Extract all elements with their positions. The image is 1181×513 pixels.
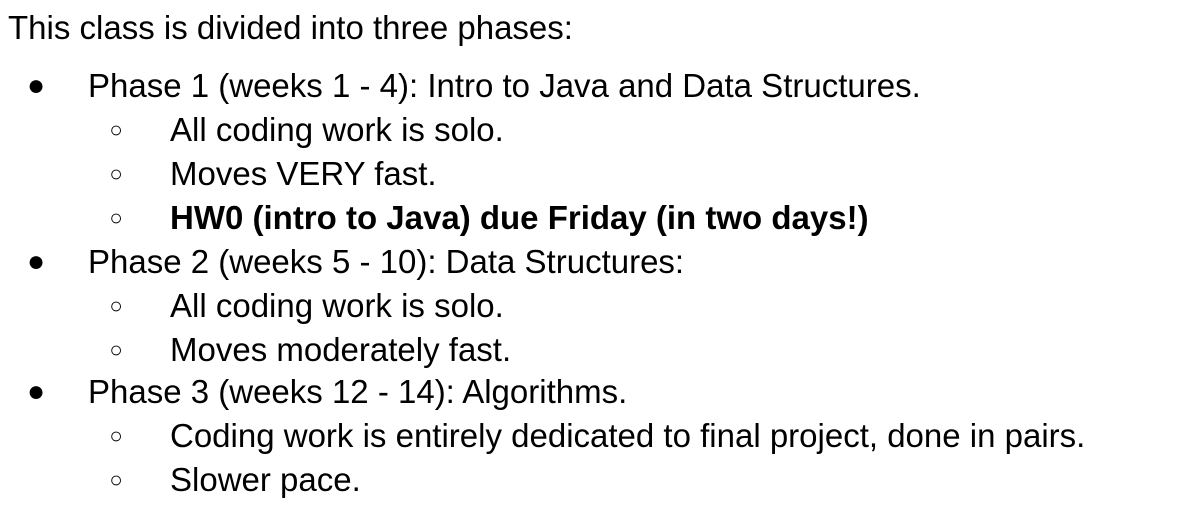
hollow-bullet-icon: ○ [109,117,123,142]
phase-2-item-text: Moves moderately fast. [170,331,512,368]
phase-2-item-text: All coding work is solo. [170,287,504,324]
hollow-bullet-icon: ○ [109,337,123,362]
phase-2-text: Phase 2 (weeks 5 - 10): Data Structures: [88,243,685,280]
hollow-bullet-icon: ○ [109,423,123,448]
filled-bullet-icon: ● [26,375,46,408]
phase-1-item-text: Moves VERY fast. [170,155,437,192]
phase-3-item-text: Coding work is entirely dedicated to fin… [170,417,1086,454]
phase-1-text: Phase 1 (weeks 1 - 4): Intro to Java and… [88,67,921,104]
document: This class is divided into three phases:… [0,0,1181,513]
filled-bullet-icon: ● [26,69,46,102]
phase-3-item-text: Slower pace. [170,461,361,498]
hollow-bullet-icon: ○ [109,161,123,186]
hollow-bullet-icon: ○ [109,467,123,492]
intro-text: This class is divided into three phases: [8,9,573,46]
phase-1-item-text: All coding work is solo. [170,111,504,148]
phase-3-text: Phase 3 (weeks 12 - 14): Algorithms. [88,373,628,410]
hw0-deadline-text: HW0 (intro to Java) due Friday (in two d… [170,199,869,236]
hollow-bullet-icon: ○ [109,293,123,318]
filled-bullet-icon: ● [26,245,46,278]
hollow-bullet-icon: ○ [109,205,123,230]
